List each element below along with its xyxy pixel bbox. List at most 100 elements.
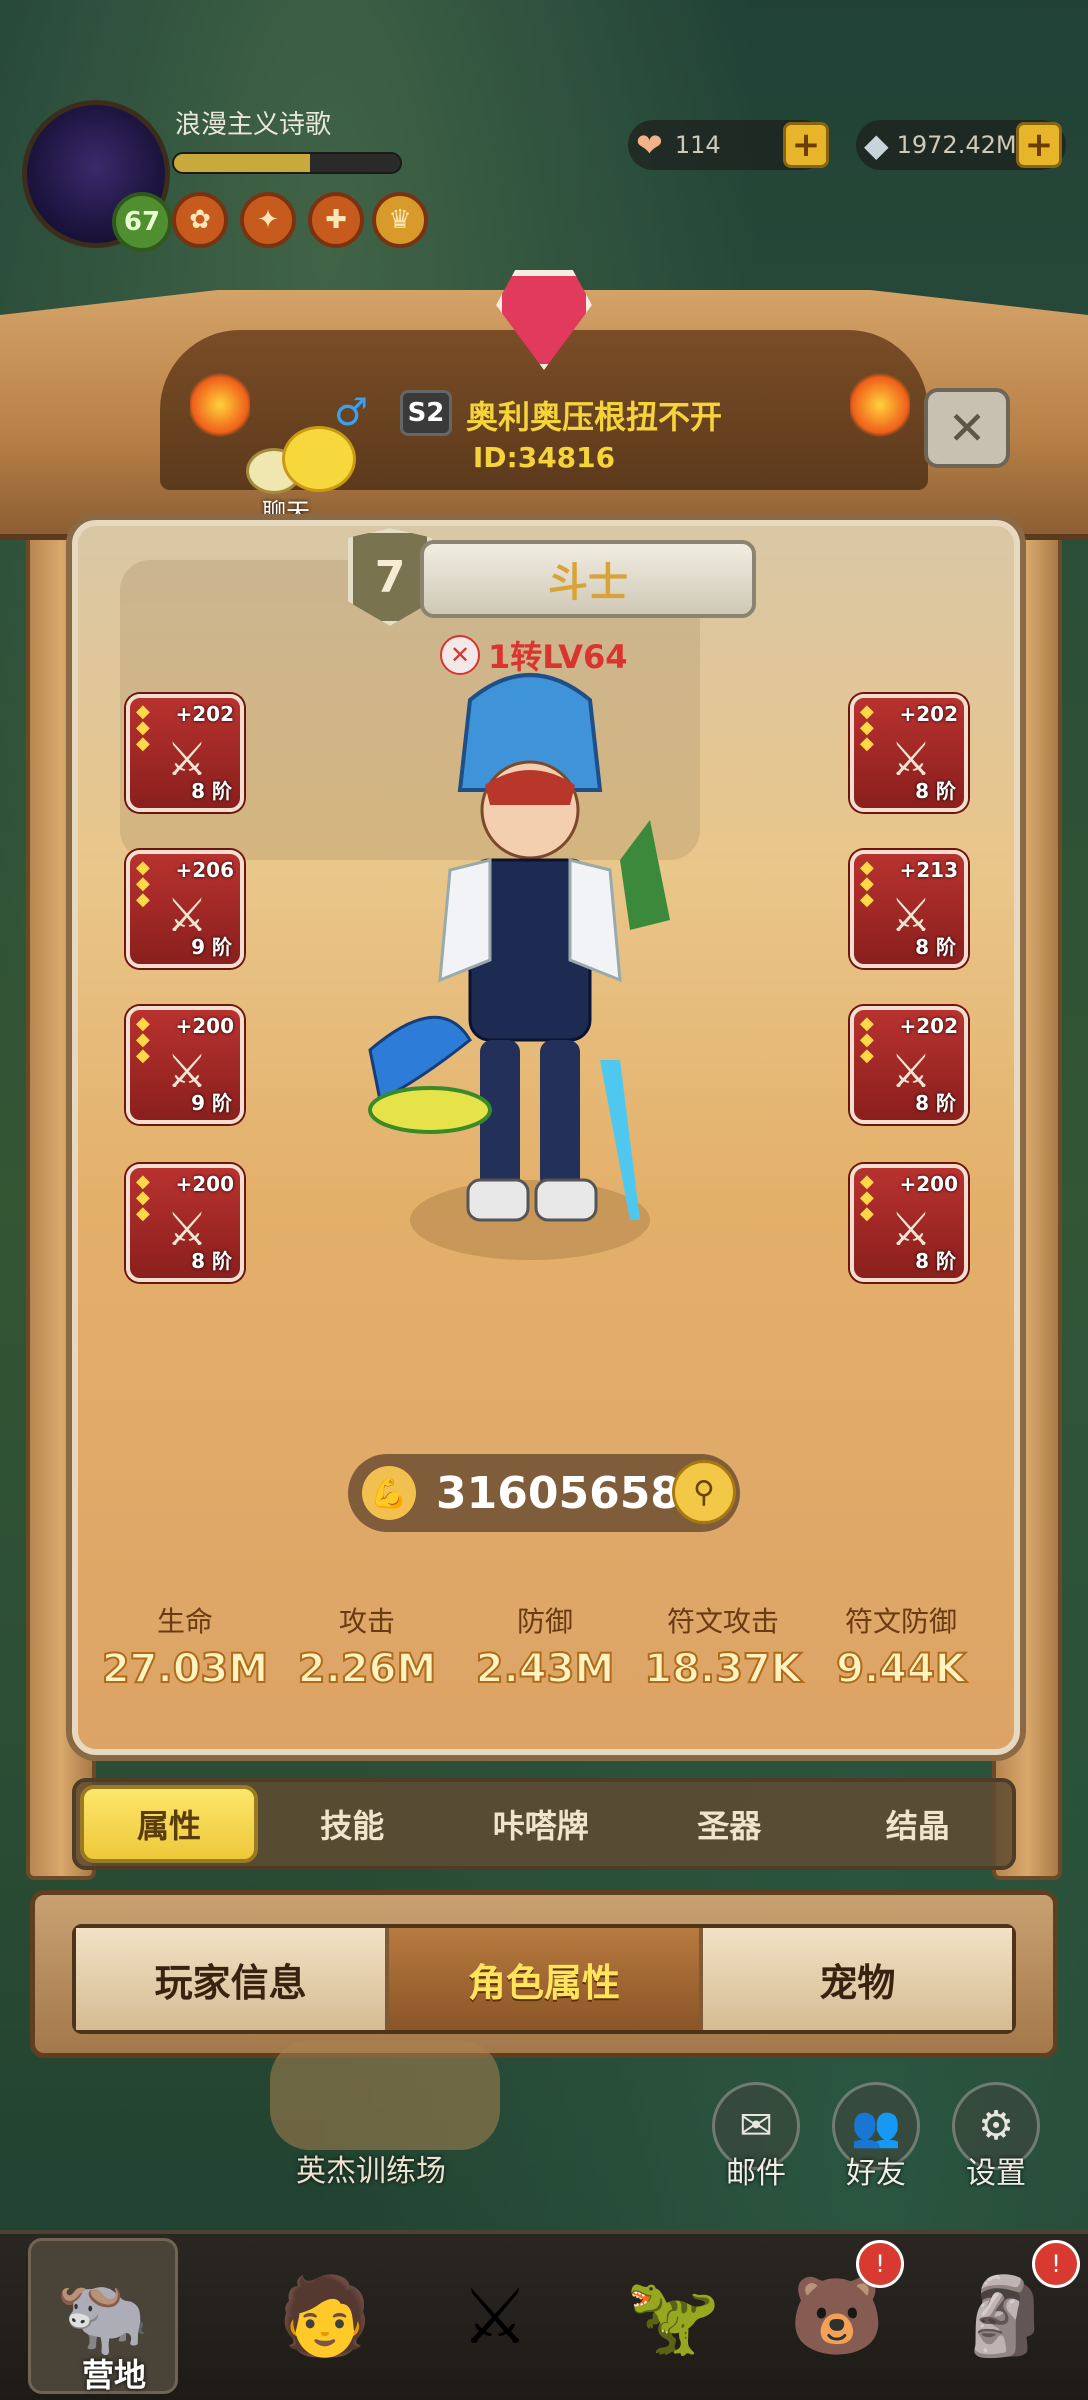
dino-icon: 🦖 [625, 2271, 721, 2360]
nav-equipment[interactable]: ⚔ [420, 2238, 570, 2394]
season-badge: S2 [400, 390, 452, 436]
sub-tab-1[interactable]: 属性 [80, 1785, 258, 1863]
class-name: 斗士 [420, 540, 756, 618]
gem-counter: ❤ 114 + [628, 120, 829, 170]
power-detail-button[interactable]: ⚲ [672, 1460, 736, 1524]
enhance-level: +200 [175, 1014, 234, 1038]
sword-shield-icon: ⚔ [460, 2271, 530, 2361]
stat-value: 27.03M [101, 1645, 269, 1693]
close-icon: ✕ [947, 401, 987, 455]
stat-label: 生命 [156, 1605, 213, 1638]
gem-value: 114 [674, 131, 721, 159]
enhance-level: +200 [175, 1172, 234, 1196]
friends-label: 好友 [846, 2156, 906, 2191]
stat-label: 符文防御 [844, 1605, 957, 1638]
sub-tab-3[interactable]: 咔嗒牌 [447, 1801, 636, 1847]
gender-male-icon: ♂ [334, 390, 369, 434]
mail-label: 邮件 [726, 2156, 786, 2191]
friends-icon: 👥 [851, 2103, 901, 2150]
equipment-slot-left-4[interactable]: ◆ ◆ ◆ +200 ⚔ 8 阶 [126, 1164, 244, 1282]
silver-icon: ◆ [864, 126, 889, 164]
stat-4: 符文攻击 18.37K [628, 1600, 818, 1693]
main-tab-3[interactable]: 宠物 [702, 1928, 1012, 2030]
equipment-slot-right-3[interactable]: ◆ ◆ ◆ +202 ⚔ 8 阶 [850, 1006, 968, 1124]
training-camp-label[interactable]: 英杰训练场 [296, 2146, 446, 2190]
stat-2: 攻击 2.26M [272, 1600, 462, 1693]
torch-right-icon [850, 370, 910, 440]
target-player-name: 奥利奥压根扭不开 [466, 398, 723, 436]
silver-value: 1972.42M [896, 131, 1017, 159]
enhance-level: +213 [899, 858, 958, 882]
silver-counter: ◆ 1972.42M + [856, 120, 1066, 170]
equipment-slot-right-1[interactable]: ◆ ◆ ◆ +202 ⚔ 8 阶 [850, 694, 968, 812]
player-level-badge: 67 [112, 192, 172, 252]
buff-icon-1[interactable]: ✿ [172, 192, 228, 248]
exp-bar-fill [174, 154, 310, 172]
stat-1: 生命 27.03M [90, 1600, 280, 1693]
equipment-tier: 8 阶 [915, 935, 956, 959]
settings-label: 设置 [966, 2156, 1026, 2191]
star-rank-icon: ◆ ◆ ◆ [136, 701, 150, 754]
sub-tab-5[interactable]: 结晶 [824, 1801, 1013, 1847]
stat-label: 攻击 [338, 1605, 395, 1638]
sub-tab-bar: 属性 技能 咔嗒牌 圣器 结晶 [72, 1778, 1016, 1870]
hero-icon: 🧑 [277, 2271, 373, 2360]
stat-value: 2.43M [475, 1645, 616, 1693]
buff-icon-3[interactable]: ✚ [308, 192, 364, 248]
main-tab-bar: 玩家信息 角色属性 宠物 [72, 1924, 1016, 2034]
strength-arm-icon: 💪 [362, 1466, 416, 1520]
totem-icon: 🗿 [957, 2271, 1053, 2360]
sub-tab-4[interactable]: 圣器 [635, 1801, 824, 1847]
star-rank-icon: ◆ ◆ ◆ [860, 1013, 874, 1066]
camp-icon: 🐃 [55, 2271, 151, 2360]
exp-bar [172, 152, 402, 174]
star-rank-icon: ◆ ◆ ◆ [860, 701, 874, 754]
add-silver-button[interactable]: + [1016, 122, 1062, 168]
mail-icon: ✉ [739, 2103, 773, 2149]
nav-hero[interactable]: 🧑 [250, 2238, 400, 2394]
star-rank-icon: ◆ ◆ ◆ [136, 1013, 150, 1066]
main-tab-1[interactable]: 玩家信息 [76, 1928, 390, 2030]
player-name: 浪漫主义诗歌 [175, 110, 332, 140]
equipment-slot-right-2[interactable]: ◆ ◆ ◆ +213 ⚔ 8 阶 [850, 850, 968, 968]
enhance-level: +202 [899, 1014, 958, 1038]
stat-5: 符文防御 9.44K [806, 1600, 996, 1693]
equipment-slot-left-2[interactable]: ◆ ◆ ◆ +206 ⚔ 9 阶 [126, 850, 244, 968]
equipment-slot-left-1[interactable]: ◆ ◆ ◆ +202 ⚔ 8 阶 [126, 694, 244, 812]
nav-pet[interactable]: 🦖 [598, 2238, 748, 2394]
power-display: 💪 31605658 ⚲ [348, 1454, 740, 1532]
shop-notification-icon: ! [856, 2240, 904, 2288]
star-rank-icon: ◆ ◆ ◆ [860, 1171, 874, 1224]
sub-tab-2[interactable]: 技能 [258, 1801, 447, 1847]
stat-label: 符文攻击 [666, 1605, 779, 1638]
equipment-tier: 8 阶 [915, 1091, 956, 1115]
chat-smiley-icon[interactable] [282, 426, 356, 492]
buff-icon-4[interactable]: ♛ [372, 192, 428, 248]
enhance-level: +202 [175, 702, 234, 726]
torch-left-icon [190, 370, 250, 440]
gem-icon: ❤ [636, 126, 663, 164]
star-rank-icon: ◆ ◆ ◆ [136, 857, 150, 910]
enhance-level: +206 [175, 858, 234, 882]
stat-value: 18.37K [643, 1645, 803, 1693]
events-notification-icon: ! [1032, 2240, 1080, 2288]
equipment-tier: 9 阶 [191, 935, 232, 959]
hero-character[interactable] [300, 660, 760, 1380]
equipment-tier: 8 阶 [915, 779, 956, 803]
close-button[interactable]: ✕ [924, 388, 1010, 468]
equipment-tier: 8 阶 [191, 1249, 232, 1273]
equipment-slot-left-3[interactable]: ◆ ◆ ◆ +200 ⚔ 9 阶 [126, 1006, 244, 1124]
stat-label: 防御 [516, 1605, 573, 1638]
star-rank-icon: ◆ ◆ ◆ [860, 857, 874, 910]
search-icon: ⚲ [693, 1474, 715, 1510]
enhance-level: +200 [899, 1172, 958, 1196]
equipment-tier: 8 阶 [191, 779, 232, 803]
equipment-slot-right-4[interactable]: ◆ ◆ ◆ +200 ⚔ 8 阶 [850, 1164, 968, 1282]
stat-value: 2.26M [297, 1645, 438, 1693]
buff-icon-2[interactable]: ✦ [240, 192, 296, 248]
add-gems-button[interactable]: + [783, 122, 829, 168]
star-rank-icon: ◆ ◆ ◆ [136, 1171, 150, 1224]
main-tab-2[interactable]: 角色属性 [389, 1928, 703, 2030]
training-camp-building[interactable] [270, 2040, 500, 2150]
stat-3: 防御 2.43M [450, 1600, 640, 1693]
